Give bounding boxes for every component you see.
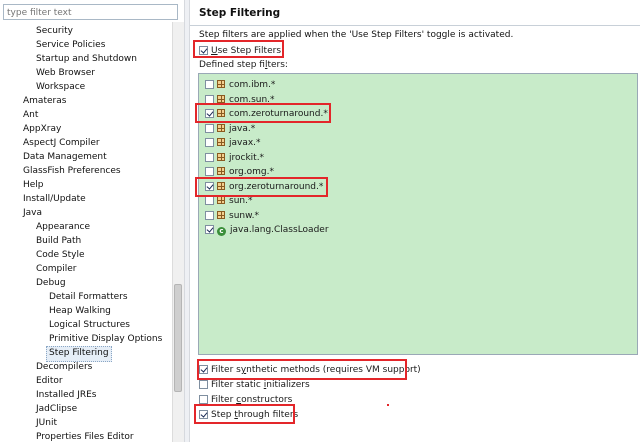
package-icon bbox=[217, 94, 225, 103]
package-icon bbox=[217, 196, 225, 204]
tree-item[interactable]: Help bbox=[23, 178, 44, 192]
filter-row[interactable]: sunw.* bbox=[205, 209, 259, 223]
filter-row[interactable]: c java.lang.ClassLoader bbox=[205, 223, 329, 237]
step-filters-table[interactable]: com.ibm.* com.sun.* com.zeroturnaround.* ja… bbox=[198, 73, 638, 355]
tree-item[interactable]: Workspace bbox=[36, 80, 85, 94]
filter-label: sun.* bbox=[229, 196, 253, 206]
package-icon bbox=[217, 152, 225, 161]
tree-item[interactable]: Security bbox=[36, 24, 73, 38]
checkbox-icon[interactable] bbox=[199, 380, 208, 389]
tree-item[interactable]: Install/Update bbox=[23, 192, 86, 206]
filter-checkbox[interactable] bbox=[205, 123, 214, 133]
tree-scrollbar[interactable] bbox=[172, 22, 184, 442]
page-description: Step filters are applied when the 'Use S… bbox=[199, 30, 514, 40]
checkbox-icon[interactable] bbox=[199, 365, 208, 374]
tree-item[interactable]: GlassFish Preferences bbox=[23, 164, 121, 178]
filter-label: com.ibm.* bbox=[229, 80, 276, 90]
filter-checkbox[interactable] bbox=[205, 210, 214, 220]
filter-constructors-checkbox[interactable]: Filter constructors bbox=[199, 393, 292, 407]
filter-checkbox[interactable] bbox=[205, 94, 214, 104]
package-icon bbox=[217, 167, 225, 175]
tree-item[interactable]: AppXray bbox=[23, 122, 61, 136]
tree-item[interactable]: JUnit bbox=[36, 416, 57, 430]
filter-synthetic-methods-checkbox[interactable]: Filter synthetic methods (requires VM su… bbox=[199, 363, 421, 377]
tree-item[interactable]: Service Policies bbox=[36, 38, 105, 52]
filter-checkbox[interactable] bbox=[205, 138, 214, 147]
step-through-filters-checkbox[interactable]: Step through filters bbox=[199, 408, 298, 422]
package-icon bbox=[217, 109, 225, 117]
filter-checkbox[interactable] bbox=[205, 167, 214, 176]
tree-item[interactable]: Editor bbox=[36, 374, 63, 388]
title-separator bbox=[190, 25, 640, 26]
tree-item[interactable]: JadClipse bbox=[36, 402, 77, 416]
filter-row[interactable]: org.zeroturnaround.* bbox=[205, 180, 323, 194]
checkbox-icon[interactable] bbox=[199, 395, 208, 404]
package-icon bbox=[217, 123, 225, 132]
package-icon bbox=[217, 181, 225, 190]
checkbox-icon[interactable] bbox=[199, 410, 208, 419]
filter-checkbox[interactable] bbox=[205, 152, 214, 162]
filter-checkbox[interactable] bbox=[205, 109, 214, 118]
tree-item[interactable]: Detail Formatters bbox=[49, 290, 128, 304]
filter-checkbox[interactable] bbox=[205, 80, 214, 89]
tree-item[interactable]: Properties Files Editor bbox=[36, 430, 134, 442]
tree-item[interactable]: Heap Walking bbox=[49, 304, 111, 318]
defined-step-filters-label: Defined step filters: bbox=[199, 60, 288, 70]
filter-label: java.* bbox=[229, 123, 256, 134]
filter-row[interactable]: javax.* bbox=[205, 136, 261, 150]
filter-label: javax.* bbox=[229, 138, 261, 148]
filter-row[interactable]: com.ibm.* bbox=[205, 78, 275, 92]
filter-row[interactable]: com.sun.* bbox=[205, 93, 275, 107]
package-icon bbox=[217, 80, 225, 88]
checkbox-icon[interactable] bbox=[199, 46, 208, 55]
filter-label: sunw.* bbox=[229, 210, 259, 221]
preferences-tree-panel: SecurityService PoliciesStartup and Shut… bbox=[0, 0, 184, 442]
tree-item[interactable]: Web Browser bbox=[36, 66, 95, 80]
filter-label: org.omg.* bbox=[229, 167, 274, 177]
tree-item[interactable]: Appearance bbox=[36, 220, 90, 234]
tree-item[interactable]: Debug bbox=[36, 276, 66, 290]
use-step-filters-checkbox[interactable]: Use Step Filters bbox=[199, 44, 281, 58]
filter-label: com.zeroturnaround.* bbox=[229, 109, 328, 119]
filter-row[interactable]: java.* bbox=[205, 122, 255, 136]
tree-item[interactable]: Data Management bbox=[23, 150, 107, 164]
tree-item[interactable]: Installed JREs bbox=[36, 388, 97, 402]
red-marker-dot bbox=[387, 404, 389, 406]
filter-row[interactable]: org.omg.* bbox=[205, 165, 274, 179]
filter-label: jrockit.* bbox=[229, 152, 265, 163]
filter-row[interactable]: jrockit.* bbox=[205, 151, 264, 165]
tree-item[interactable]: Compiler bbox=[36, 262, 77, 276]
tree-item[interactable]: Primitive Display Options bbox=[49, 332, 162, 346]
filter-text-field[interactable] bbox=[3, 4, 180, 20]
step-filtering-page: Step Filtering Step filters are applied … bbox=[190, 0, 640, 442]
tree-item[interactable]: Amateras bbox=[23, 94, 66, 108]
filter-checkbox[interactable] bbox=[205, 196, 214, 205]
filter-row[interactable]: com.zeroturnaround.* bbox=[205, 107, 328, 121]
package-icon bbox=[217, 138, 225, 146]
filter-checkbox[interactable] bbox=[205, 225, 214, 234]
tree-item[interactable]: Java bbox=[23, 206, 42, 220]
filter-checkbox[interactable] bbox=[205, 181, 214, 191]
tree-item[interactable]: Build Path bbox=[36, 234, 81, 248]
tree-item[interactable]: Startup and Shutdown bbox=[36, 52, 137, 66]
filter-label: java.lang.ClassLoader bbox=[230, 225, 329, 235]
filter-row[interactable]: sun.* bbox=[205, 194, 252, 208]
tree-item[interactable]: Logical Structures bbox=[49, 318, 130, 332]
tree-item[interactable]: Ant bbox=[23, 108, 38, 122]
package-icon bbox=[217, 210, 225, 219]
tree-item[interactable]: Code Style bbox=[36, 248, 85, 262]
page-title: Step Filtering bbox=[199, 7, 281, 19]
filter-label: org.zeroturnaround.* bbox=[229, 181, 324, 192]
filter-static-initializers-checkbox[interactable]: Filter static initializers bbox=[199, 378, 310, 392]
filter-label: com.sun.* bbox=[229, 94, 275, 105]
class-icon: c bbox=[217, 227, 226, 236]
tree-item[interactable]: AspectJ Compiler bbox=[23, 136, 100, 150]
tree-item[interactable]: Decompilers bbox=[36, 360, 92, 374]
tree-scrollbar-thumb[interactable] bbox=[174, 284, 182, 392]
filter-input[interactable] bbox=[4, 5, 180, 20]
preferences-tree: Security Service Policies Startup and Shut… bbox=[0, 22, 172, 442]
